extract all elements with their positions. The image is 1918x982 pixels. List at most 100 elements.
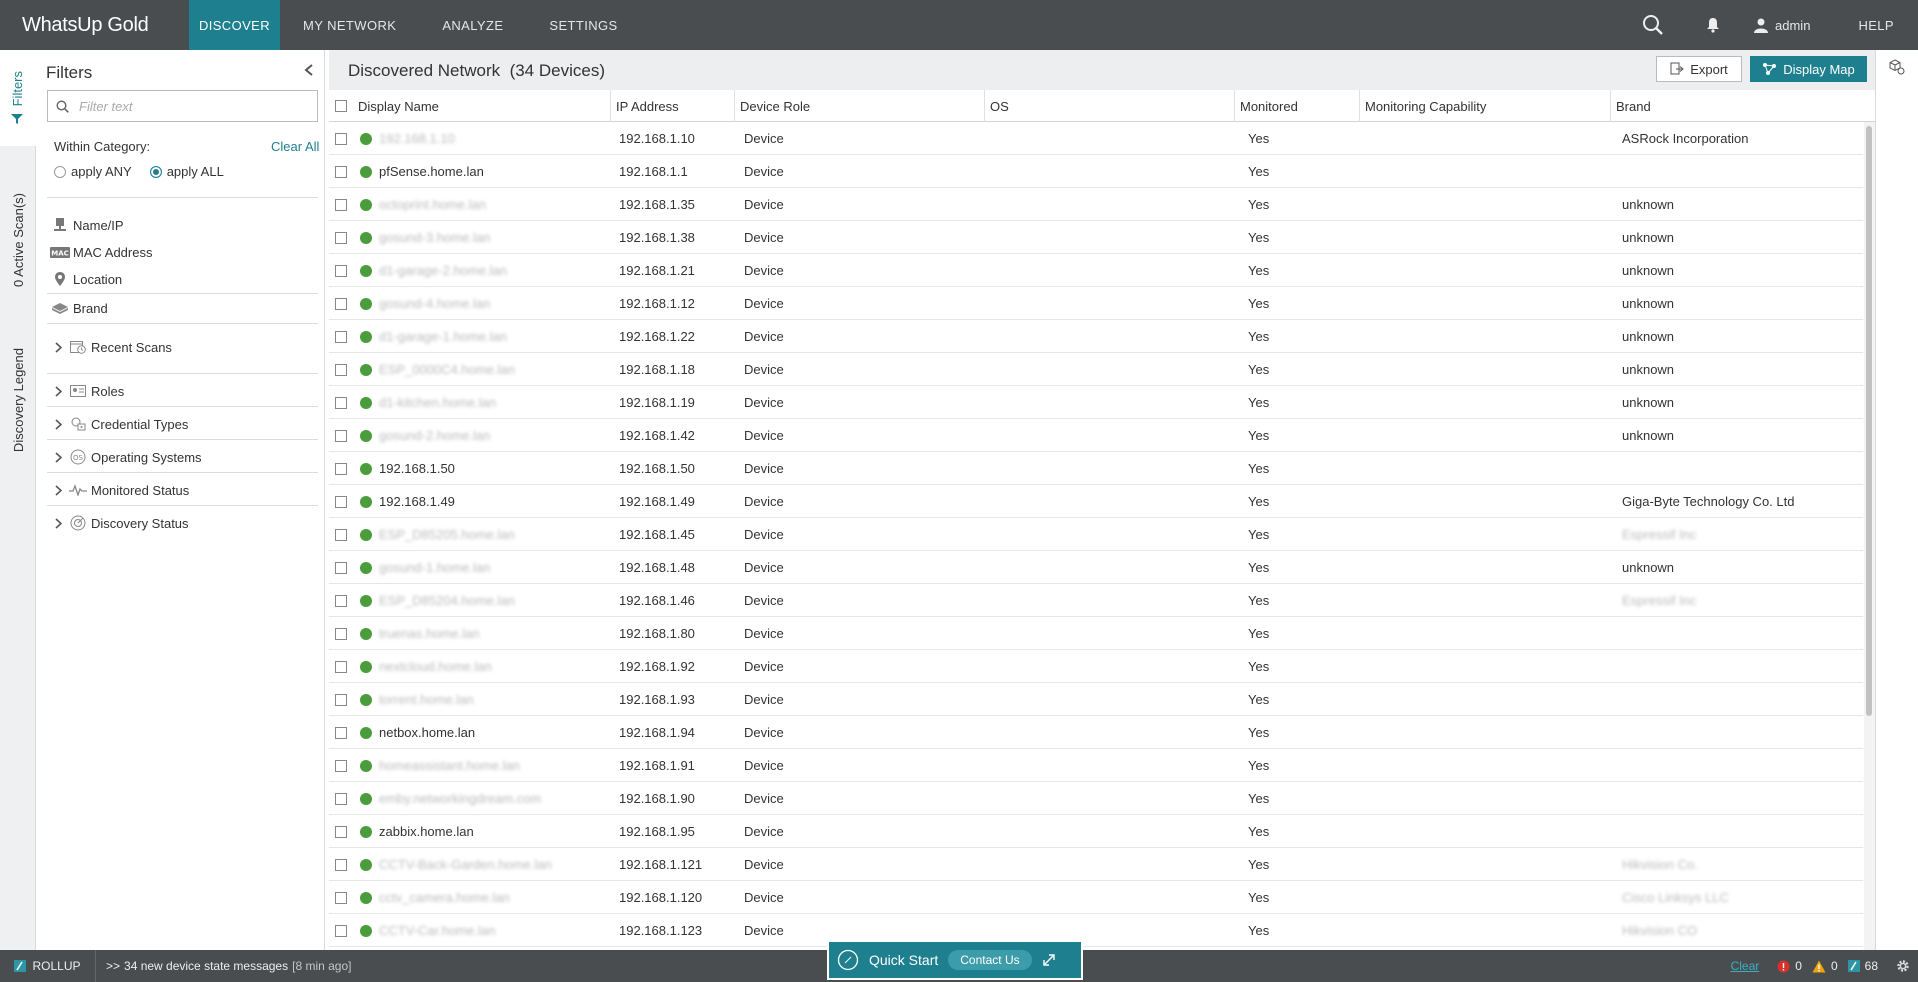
column-monitored[interactable]: Monitored [1234, 90, 1359, 122]
table-row[interactable]: torrent.home.lan 192.168.1.93 Device Yes [329, 683, 1863, 716]
tab-filters[interactable]: Filters [0, 50, 36, 146]
nav-my-network[interactable]: MY NETWORK [280, 0, 419, 50]
device-name-cell[interactable]: octoprint.home.lan [360, 188, 610, 221]
row-checkbox[interactable] [335, 782, 347, 815]
row-checkbox[interactable] [335, 683, 347, 716]
table-row[interactable]: ESP_D85205.home.lan 192.168.1.45 Device Yes… [329, 518, 1863, 551]
table-row[interactable]: cctv_camera.home.lan 192.168.1.120 Device Y… [329, 881, 1863, 914]
row-checkbox[interactable] [335, 716, 347, 749]
select-all-checkbox[interactable] [329, 90, 353, 122]
column-os[interactable]: OS [984, 90, 1234, 122]
row-checkbox[interactable] [335, 617, 347, 650]
row-checkbox[interactable] [335, 254, 347, 287]
row-checkbox[interactable] [335, 881, 347, 914]
filter-field-name-ip[interactable]: Name/IP [47, 212, 318, 238]
device-name-cell[interactable]: netbox.home.lan [360, 716, 610, 749]
app-logo[interactable]: WhatsUp Gold [0, 0, 189, 50]
grid-scrollbar[interactable] [1864, 122, 1875, 950]
table-row[interactable]: pfSense.home.lan 192.168.1.1 Device Yes [329, 155, 1863, 188]
table-row[interactable]: 192.168.1.49 192.168.1.49 Device Yes Giga-By… [329, 485, 1863, 518]
filter-group-roles[interactable]: Roles [47, 378, 318, 404]
table-row[interactable]: zabbix.home.lan 192.168.1.95 Device Yes [329, 815, 1863, 848]
row-checkbox[interactable] [335, 188, 347, 221]
device-name-cell[interactable]: d1-kitchen.home.lan [360, 386, 610, 419]
row-checkbox[interactable] [335, 122, 347, 155]
device-name-cell[interactable]: truenas.home.lan [360, 617, 610, 650]
table-row[interactable]: netbox.home.lan 192.168.1.94 Device Yes [329, 716, 1863, 749]
error-count[interactable]: 0 [1777, 959, 1802, 973]
table-row[interactable]: homeassistant.home.lan 192.168.1.91 Device… [329, 749, 1863, 782]
row-checkbox[interactable] [335, 485, 347, 518]
tab-active-scans[interactable]: 0 Active Scan(s) [0, 160, 36, 320]
filter-field-location[interactable]: Location [47, 266, 318, 292]
row-checkbox[interactable] [335, 320, 347, 353]
table-row[interactable]: d1-garage-2.home.lan 192.168.1.21 Device Ye… [329, 254, 1863, 287]
user-menu[interactable]: admin [1743, 17, 1828, 33]
expand-icon[interactable] [1042, 953, 1056, 967]
device-name-cell[interactable]: zabbix.home.lan [360, 815, 610, 848]
device-name-cell[interactable]: gosund-2.home.lan [360, 419, 610, 452]
device-name-cell[interactable]: emby.networkingdream.com [360, 782, 610, 815]
nav-discover[interactable]: DISCOVER [189, 0, 280, 50]
row-checkbox[interactable] [335, 452, 347, 485]
filter-group-discovery-status[interactable]: Discovery Status [47, 510, 318, 536]
table-row[interactable]: 192.168.1.10 192.168.1.10 Device Yes ASRock … [329, 122, 1863, 155]
nav-settings[interactable]: SETTINGS [526, 0, 640, 50]
table-row[interactable]: CCTV-Back-Garden.home.lan 192.168.1.121 De… [329, 848, 1863, 881]
device-name-cell[interactable]: gosund-3.home.lan [360, 221, 610, 254]
filter-group-monitored-status[interactable]: Monitored Status [47, 477, 318, 503]
nav-analyze[interactable]: ANALYZE [419, 0, 526, 50]
device-name-cell[interactable]: d1-garage-2.home.lan [360, 254, 610, 287]
rollup-button[interactable]: ROLLUP [0, 950, 96, 982]
device-name-cell[interactable]: gosund-1.home.lan [360, 551, 610, 584]
compass-icon[interactable] [837, 949, 859, 971]
table-row[interactable]: CCTV-Car.home.lan 192.168.1.123 Device Yes H… [329, 914, 1863, 947]
state-messages[interactable]: >> 34 new device state messages [8 min a… [106, 950, 351, 982]
table-row[interactable]: d1-garage-1.home.lan 192.168.1.22 Device Ye… [329, 320, 1863, 353]
table-row[interactable]: gosund-3.home.lan 192.168.1.38 Device Yes un… [329, 221, 1863, 254]
clear-all-link[interactable]: Clear All [271, 139, 319, 154]
table-row[interactable]: emby.networkingdream.com 192.168.1.90 Devi… [329, 782, 1863, 815]
table-row[interactable]: 192.168.1.50 192.168.1.50 Device Yes [329, 452, 1863, 485]
filter-text-input[interactable] [79, 98, 299, 114]
column-monitoring-capability[interactable]: Monitoring Capability [1359, 90, 1610, 122]
table-row[interactable]: truenas.home.lan 192.168.1.80 Device Yes [329, 617, 1863, 650]
column-device-role[interactable]: Device Role [734, 90, 984, 122]
filter-field-mac-address[interactable]: MAC MAC Address [47, 239, 318, 265]
device-name-cell[interactable]: pfSense.home.lan [360, 155, 610, 188]
row-checkbox[interactable] [335, 518, 347, 551]
device-name-cell[interactable]: d1-garage-1.home.lan [360, 320, 610, 353]
gear-icon[interactable] [1896, 959, 1910, 973]
device-name-cell[interactable]: ESP_D85205.home.lan [360, 518, 610, 551]
search-icon[interactable] [1623, 0, 1683, 50]
device-name-cell[interactable]: homeassistant.home.lan [360, 749, 610, 782]
row-checkbox[interactable] [335, 749, 347, 782]
cube-settings-icon[interactable] [1889, 59, 1905, 78]
row-checkbox[interactable] [335, 584, 347, 617]
warning-count[interactable]: 0 [1812, 959, 1838, 973]
filter-group-operating-systems[interactable]: OS Operating Systems [47, 444, 318, 470]
scrollbar-thumb[interactable] [1866, 126, 1872, 716]
device-name-cell[interactable]: 192.168.1.49 [360, 485, 610, 518]
table-row[interactable]: nextcloud.home.lan 192.168.1.92 Device Yes [329, 650, 1863, 683]
column-display-name[interactable]: Display Name [353, 90, 553, 122]
filter-group-credential-types[interactable]: Credential Types [47, 411, 318, 437]
row-checkbox[interactable] [335, 848, 347, 881]
row-checkbox[interactable] [335, 386, 347, 419]
table-row[interactable]: d1-kitchen.home.lan 192.168.1.19 Device Yes… [329, 386, 1863, 419]
display-map-button[interactable]: Display Map [1750, 56, 1867, 82]
device-name-cell[interactable]: 192.168.1.10 [360, 122, 610, 155]
row-checkbox[interactable] [335, 914, 347, 947]
device-name-cell[interactable]: ESP_D85204.home.lan [360, 584, 610, 617]
row-checkbox[interactable] [335, 353, 347, 386]
device-name-cell[interactable]: torrent.home.lan [360, 683, 610, 716]
rollup-count[interactable]: 68 [1847, 959, 1878, 973]
column-ip-address[interactable]: IP Address [610, 90, 733, 122]
row-checkbox[interactable] [335, 551, 347, 584]
filter-group-recent-scans[interactable]: Recent Scans [47, 334, 318, 360]
device-name-cell[interactable]: cctv_camera.home.lan [360, 881, 610, 914]
table-row[interactable]: gosund-2.home.lan 192.168.1.42 Device Yes un… [329, 419, 1863, 452]
row-checkbox[interactable] [335, 419, 347, 452]
table-row[interactable]: ESP_D85204.home.lan 192.168.1.46 Device Yes… [329, 584, 1863, 617]
collapse-panel-icon[interactable] [304, 64, 314, 79]
